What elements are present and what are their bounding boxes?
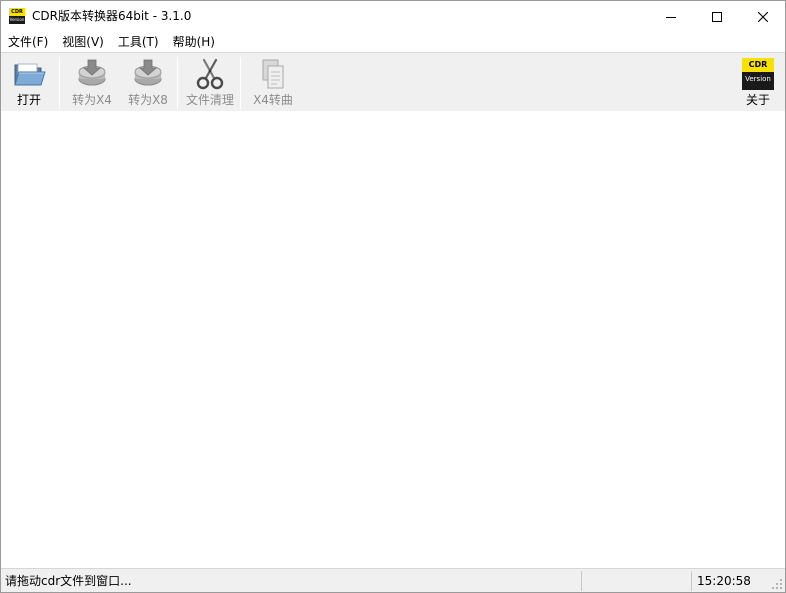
menu-tools[interactable]: 工具(T) — [111, 32, 166, 52]
copy-pages-icon — [262, 59, 284, 89]
convert-x4-label: 转为X4 — [72, 93, 112, 107]
about-button[interactable]: CDR Version 关于 — [735, 55, 781, 110]
status-bar: 请拖动cdr文件到窗口... 15:20:58 — [1, 568, 785, 592]
cdr-version-icon-bottom-text: Version — [745, 75, 771, 83]
menu-bar: 文件(F) 视图(V) 工具(T) 帮助(H) — [1, 32, 785, 52]
window-title: CDR版本转换器64bit - 3.1.0 — [32, 9, 192, 23]
x4-curve-label: X4转曲 — [253, 93, 293, 107]
app-window: CDR Version CDR版本转换器64bit - 3.1.0 文件(F) … — [0, 0, 786, 593]
open-label: 打开 — [16, 93, 41, 107]
minimize-icon — [666, 16, 676, 18]
x4-curve-button[interactable]: X4转曲 — [245, 55, 301, 110]
close-icon — [758, 11, 768, 22]
file-clean-button[interactable]: 文件清理 — [182, 55, 238, 110]
file-drop-area[interactable] — [1, 111, 785, 568]
status-message: 请拖动cdr文件到窗口... — [5, 574, 132, 588]
convert-x8-label: 转为X8 — [128, 93, 168, 107]
app-icon[interactable]: CDR Version — [9, 8, 25, 24]
toolbar: 打开 转为X4 转为X8 文件清理 X4转曲 CDR Version 关于 — [1, 52, 785, 111]
toolbar-separator — [59, 57, 60, 109]
minimize-button[interactable] — [648, 1, 694, 32]
close-button[interactable] — [740, 1, 785, 32]
toolbar-separator — [177, 57, 178, 109]
convert-x4-button[interactable]: 转为X4 — [64, 55, 120, 110]
status-time: 15:20:58 — [697, 574, 751, 588]
title-bar[interactable]: CDR Version CDR版本转换器64bit - 3.1.0 — [1, 1, 785, 32]
open-folder-icon — [14, 63, 46, 86]
status-separator — [691, 571, 692, 591]
cdr-version-icon: CDR Version — [742, 58, 774, 90]
scissors-icon — [196, 58, 224, 90]
menu-help[interactable]: 帮助(H) — [166, 32, 222, 52]
app-icon-bottom-text: Version — [9, 17, 25, 22]
menu-file[interactable]: 文件(F) — [1, 32, 55, 52]
convert-disk-icon — [134, 59, 162, 86]
file-clean-label: 文件清理 — [185, 93, 234, 107]
status-separator — [581, 571, 582, 591]
open-button[interactable]: 打开 — [4, 55, 54, 110]
resize-grip-icon[interactable] — [771, 578, 783, 590]
menu-view[interactable]: 视图(V) — [55, 32, 111, 52]
convert-x8-button[interactable]: 转为X8 — [120, 55, 176, 110]
app-icon-top-text: CDR — [9, 8, 25, 16]
about-label: 关于 — [745, 93, 770, 107]
maximize-button[interactable] — [694, 1, 740, 32]
convert-disk-icon — [78, 59, 106, 86]
toolbar-separator — [240, 57, 241, 109]
maximize-icon — [712, 11, 722, 22]
cdr-version-icon-top-text: CDR — [742, 58, 774, 72]
